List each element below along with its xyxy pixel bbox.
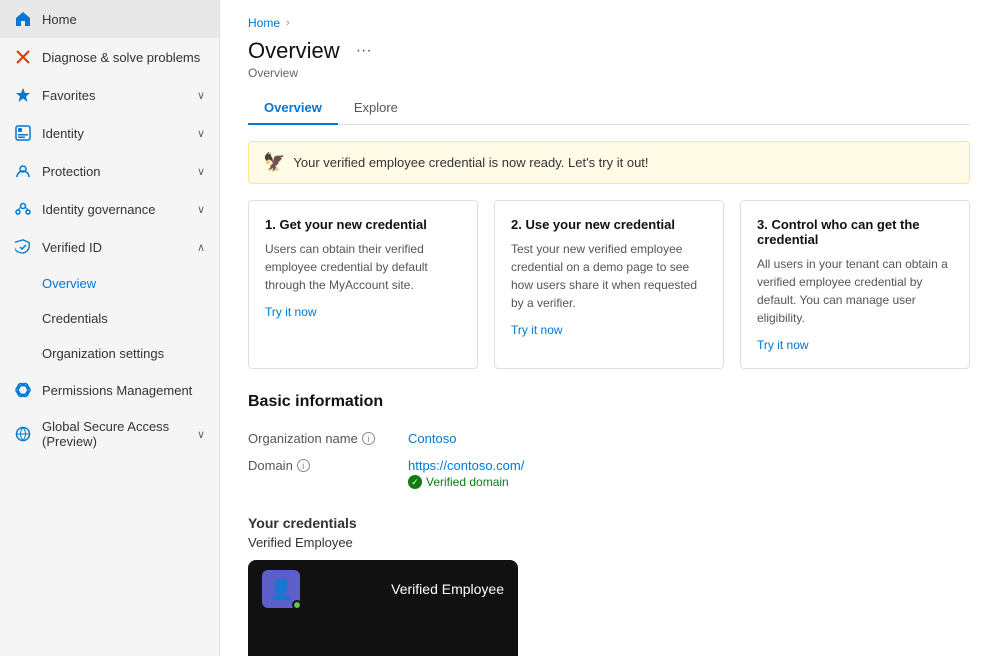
org-name-label: Organization name i	[248, 431, 408, 446]
diagnose-icon	[14, 48, 32, 66]
page-title: Overview	[248, 38, 340, 64]
sidebar-item-diagnose-label: Diagnose & solve problems	[42, 50, 205, 65]
favorites-icon	[14, 86, 32, 104]
credentials-subtitle: Verified Employee	[248, 535, 970, 550]
sidebar-item-governance-label: Identity governance	[42, 202, 187, 217]
org-name-tooltip-icon: i	[362, 432, 375, 445]
sidebar-item-identity-governance[interactable]: Identity governance ∨	[0, 190, 219, 228]
sidebar-item-verified-id[interactable]: Verified ID ∧	[0, 228, 219, 266]
card-header: 👤 Verified Employee	[248, 560, 518, 618]
governance-chevron: ∨	[197, 203, 205, 216]
online-dot	[292, 600, 302, 610]
page-subtitle: Overview	[248, 66, 970, 80]
org-name-value: Contoso	[408, 431, 456, 446]
verified-id-chevron: ∧	[197, 241, 205, 254]
favorites-chevron: ∨	[197, 89, 205, 102]
step-card-2: 2. Use your new credential Test your new…	[494, 200, 724, 369]
breadcrumb: Home ›	[248, 16, 970, 30]
card-title: Verified Employee	[391, 581, 504, 597]
step-card-3: 3. Control who can get the credential Al…	[740, 200, 970, 369]
home-icon	[14, 10, 32, 28]
sidebar-item-permissions[interactable]: Permissions Management	[0, 371, 219, 409]
step2-title: 2. Use your new credential	[511, 217, 707, 232]
domain-value: https://contoso.com/ ✓ Verified domain	[408, 458, 524, 489]
sidebar-item-org-settings-label: Organization settings	[42, 346, 205, 361]
step1-title: 1. Get your new credential	[265, 217, 461, 232]
step-card-1: 1. Get your new credential Users can obt…	[248, 200, 478, 369]
step2-try-link[interactable]: Try it now	[511, 323, 563, 337]
basic-info-title: Basic information	[248, 393, 970, 411]
org-name-row: Organization name i Contoso	[248, 425, 970, 452]
sidebar-item-global-label: Global Secure Access (Preview)	[42, 419, 187, 449]
banner-text: Your verified employee credential is now…	[293, 155, 648, 170]
verified-check-icon: ✓	[408, 475, 422, 489]
sidebar-item-home-label: Home	[42, 12, 205, 27]
identity-icon	[14, 124, 32, 142]
step2-desc: Test your new verified employee credenti…	[511, 240, 707, 312]
tabs-container: Overview Explore	[248, 92, 970, 125]
banner-icon: 🦅	[263, 152, 285, 173]
global-icon	[14, 425, 32, 443]
step1-try-link[interactable]: Try it now	[265, 305, 317, 319]
verified-id-icon	[14, 238, 32, 256]
tab-explore[interactable]: Explore	[338, 92, 414, 125]
domain-tooltip-icon: i	[297, 459, 310, 472]
basic-info-table: Organization name i Contoso Domain i htt…	[248, 425, 970, 495]
sidebar-item-identity[interactable]: Identity ∨	[0, 114, 219, 152]
main-content: Home › Overview ··· Overview Overview Ex…	[220, 0, 998, 656]
sidebar-item-overview-label: Overview	[42, 276, 205, 291]
sidebar-item-global-secure[interactable]: Global Secure Access (Preview) ∨	[0, 409, 219, 459]
sidebar-item-overview[interactable]: Overview	[0, 266, 219, 301]
more-options-button[interactable]: ···	[350, 40, 378, 62]
credential-card: 👤 Verified Employee Contoso	[248, 560, 518, 656]
domain-row: Domain i https://contoso.com/ ✓ Verified…	[248, 452, 970, 495]
domain-label: Domain i	[248, 458, 408, 473]
breadcrumb-home[interactable]: Home	[248, 16, 280, 30]
step3-try-link[interactable]: Try it now	[757, 338, 809, 352]
permissions-icon	[14, 381, 32, 399]
sidebar-item-verified-id-label: Verified ID	[42, 240, 187, 255]
sidebar-item-protection[interactable]: Protection ∨	[0, 152, 219, 190]
card-avatar: 👤	[262, 570, 300, 608]
step-cards: 1. Get your new credential Users can obt…	[248, 200, 970, 369]
avatar-icon: 👤	[269, 577, 294, 602]
sidebar-item-identity-label: Identity	[42, 126, 187, 141]
sidebar-item-org-settings[interactable]: Organization settings	[0, 336, 219, 371]
sidebar-item-credentials[interactable]: Credentials	[0, 301, 219, 336]
breadcrumb-separator: ›	[286, 17, 290, 29]
credentials-section-title: Your credentials	[248, 515, 970, 531]
page-header: Overview ···	[248, 38, 970, 64]
step3-desc: All users in your tenant can obtain a ve…	[757, 255, 953, 327]
sidebar-item-favorites-label: Favorites	[42, 88, 187, 103]
sidebar-item-permissions-label: Permissions Management	[42, 383, 205, 398]
sidebar: Home Diagnose & solve problems Favorites…	[0, 0, 220, 656]
verified-badge: ✓ Verified domain	[408, 475, 524, 489]
protection-chevron: ∨	[197, 165, 205, 178]
sidebar-item-home[interactable]: Home	[0, 0, 219, 38]
banner: 🦅 Your verified employee credential is n…	[248, 141, 970, 184]
sidebar-item-favorites[interactable]: Favorites ∨	[0, 76, 219, 114]
step1-desc: Users can obtain their verified employee…	[265, 240, 461, 294]
sidebar-item-protection-label: Protection	[42, 164, 187, 179]
tab-overview[interactable]: Overview	[248, 92, 338, 125]
sidebar-item-credentials-label: Credentials	[42, 311, 205, 326]
sidebar-item-diagnose[interactable]: Diagnose & solve problems	[0, 38, 219, 76]
identity-chevron: ∨	[197, 127, 205, 140]
protection-icon	[14, 162, 32, 180]
global-chevron: ∨	[197, 428, 205, 441]
governance-icon	[14, 200, 32, 218]
step3-title: 3. Control who can get the credential	[757, 217, 953, 247]
